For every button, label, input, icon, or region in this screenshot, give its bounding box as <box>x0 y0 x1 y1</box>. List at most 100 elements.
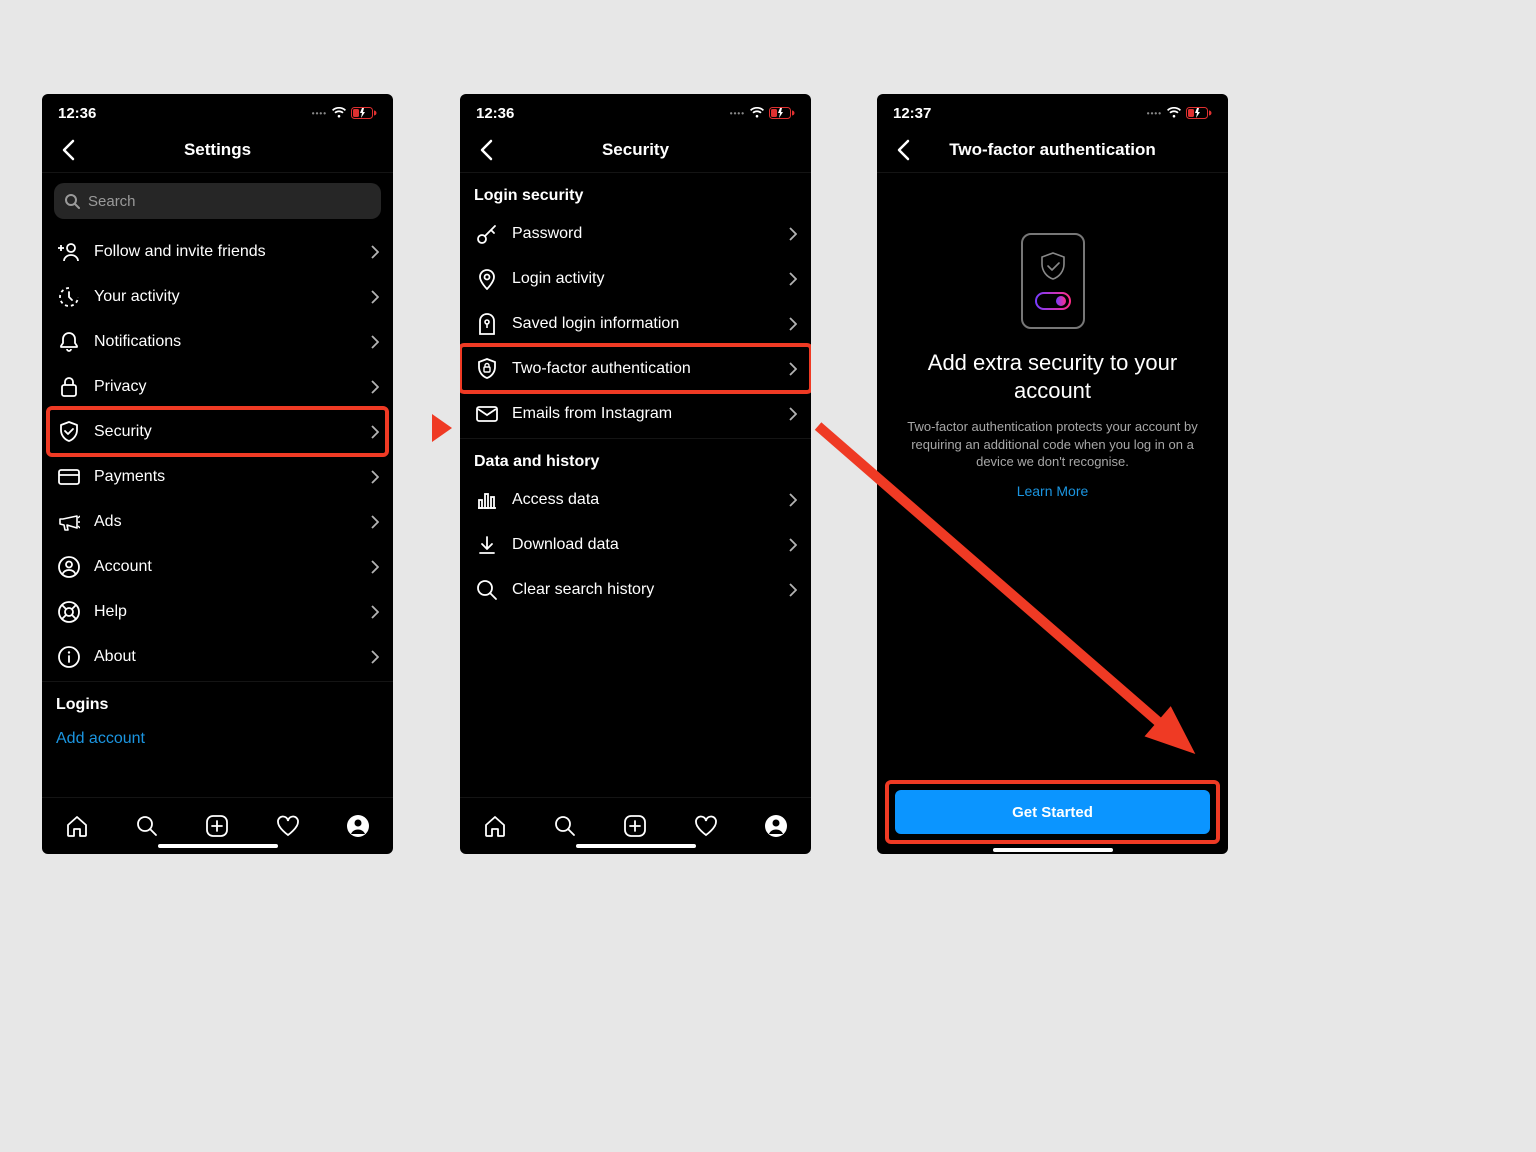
download-icon <box>474 535 500 555</box>
settings-item-follow-invite[interactable]: Follow and invite friends <box>42 229 393 274</box>
settings-item-privacy[interactable]: Privacy <box>42 364 393 409</box>
chevron-left-icon <box>896 139 910 161</box>
status-indicators: •••• <box>312 107 377 119</box>
status-indicators: •••• <box>1147 107 1212 119</box>
search-icon <box>64 193 80 209</box>
battery-charging-icon <box>351 107 377 119</box>
chevron-right-icon <box>371 470 379 484</box>
status-time: 12:36 <box>58 105 96 122</box>
settings-item-label: Notifications <box>94 333 371 351</box>
home-indicator <box>993 848 1113 852</box>
chevron-right-icon <box>371 515 379 529</box>
two-factor-body: Two-factor authentication protects your … <box>877 418 1228 471</box>
tab-profile[interactable] <box>346 814 370 838</box>
security-item-two-factor[interactable]: Two-factor authentication <box>460 346 811 391</box>
settings-item-your-activity[interactable]: Your activity <box>42 274 393 319</box>
status-bar: 12:37 •••• <box>877 94 1228 128</box>
tab-search[interactable] <box>135 814 159 838</box>
chevron-right-icon <box>789 493 797 507</box>
settings-item-label: Follow and invite friends <box>94 243 371 261</box>
tab-home[interactable] <box>65 814 89 838</box>
security-item-login-activity[interactable]: Login activity <box>460 256 811 301</box>
bar-chart-icon <box>474 490 500 510</box>
tab-create[interactable] <box>205 814 229 838</box>
settings-item-notifications[interactable]: Notifications <box>42 319 393 364</box>
profile-filled-icon <box>764 814 788 838</box>
settings-item-account[interactable]: Account <box>42 544 393 589</box>
annotation-highlight-get-started: Get Started <box>885 780 1220 844</box>
battery-charging-icon <box>1186 107 1212 119</box>
security-item-access-data[interactable]: Access data <box>460 477 811 522</box>
tab-activity[interactable] <box>694 815 718 837</box>
security-item-password[interactable]: Password <box>460 211 811 256</box>
phone-security: 12:36 •••• Security Login security Passw… <box>460 94 811 854</box>
cellular-dots-icon: •••• <box>312 109 327 118</box>
cellular-dots-icon: •••• <box>1147 109 1162 118</box>
chevron-right-icon <box>371 425 379 439</box>
home-icon <box>483 814 507 838</box>
security-item-emails[interactable]: Emails from Instagram <box>460 391 811 436</box>
header: Security <box>460 128 811 173</box>
security-item-label: Clear search history <box>512 581 789 599</box>
back-button[interactable] <box>48 128 88 172</box>
phone-settings: 12:36 •••• Settings Search Follow and in… <box>42 94 393 854</box>
security-item-clear-search[interactable]: Clear search history <box>460 567 811 612</box>
shield-check-icon <box>1039 252 1067 282</box>
card-icon <box>56 469 82 485</box>
shield-lock-icon <box>474 358 500 380</box>
tab-create[interactable] <box>623 814 647 838</box>
security-item-label: Download data <box>512 536 789 554</box>
search-placeholder: Search <box>88 193 136 210</box>
battery-charging-icon <box>769 107 795 119</box>
tab-profile[interactable] <box>764 814 788 838</box>
chevron-right-icon <box>371 605 379 619</box>
security-item-label: Login activity <box>512 270 789 288</box>
settings-item-help[interactable]: Help <box>42 589 393 634</box>
settings-item-payments[interactable]: Payments <box>42 454 393 499</box>
security-item-saved-login[interactable]: Saved login information <box>460 301 811 346</box>
security-item-label: Two-factor authentication <box>512 360 789 378</box>
chevron-right-icon <box>371 335 379 349</box>
add-account-link[interactable]: Add account <box>42 720 393 758</box>
login-security-header: Login security <box>460 173 811 211</box>
mail-icon <box>474 406 500 422</box>
get-started-button[interactable]: Get Started <box>895 790 1210 834</box>
chevron-left-icon <box>479 139 493 161</box>
security-item-label: Emails from Instagram <box>512 405 789 423</box>
chevron-right-icon <box>371 290 379 304</box>
chevron-right-icon <box>789 362 797 376</box>
wifi-icon <box>1166 107 1182 119</box>
status-time: 12:37 <box>893 105 931 122</box>
data-history-header: Data and history <box>460 439 811 477</box>
tab-search[interactable] <box>553 814 577 838</box>
search-icon <box>553 814 577 838</box>
settings-item-about[interactable]: About <box>42 634 393 679</box>
header: Two-factor authentication <box>877 128 1228 173</box>
header: Settings <box>42 128 393 173</box>
key-icon <box>474 223 500 245</box>
two-factor-headline: Add extra security to your account <box>877 349 1228 404</box>
heart-icon <box>694 815 718 837</box>
two-factor-illustration <box>1021 233 1085 329</box>
activity-icon <box>56 286 82 308</box>
profile-filled-icon <box>346 814 370 838</box>
settings-item-security[interactable]: Security <box>42 409 393 454</box>
help-icon <box>56 601 82 623</box>
back-button[interactable] <box>883 128 923 172</box>
page-title: Two-factor authentication <box>949 140 1156 160</box>
status-bar: 12:36 •••• <box>460 94 811 128</box>
chevron-right-icon <box>789 407 797 421</box>
tab-home[interactable] <box>483 814 507 838</box>
tab-activity[interactable] <box>276 815 300 837</box>
settings-item-label: Your activity <box>94 288 371 306</box>
search-icon <box>135 814 159 838</box>
security-item-label: Saved login information <box>512 315 789 333</box>
settings-item-label: Ads <box>94 513 371 531</box>
chevron-right-icon <box>789 583 797 597</box>
settings-item-ads[interactable]: Ads <box>42 499 393 544</box>
page-title: Settings <box>184 140 251 160</box>
back-button[interactable] <box>466 128 506 172</box>
add-friend-icon <box>56 242 82 262</box>
security-item-download-data[interactable]: Download data <box>460 522 811 567</box>
search-input[interactable]: Search <box>54 183 381 219</box>
